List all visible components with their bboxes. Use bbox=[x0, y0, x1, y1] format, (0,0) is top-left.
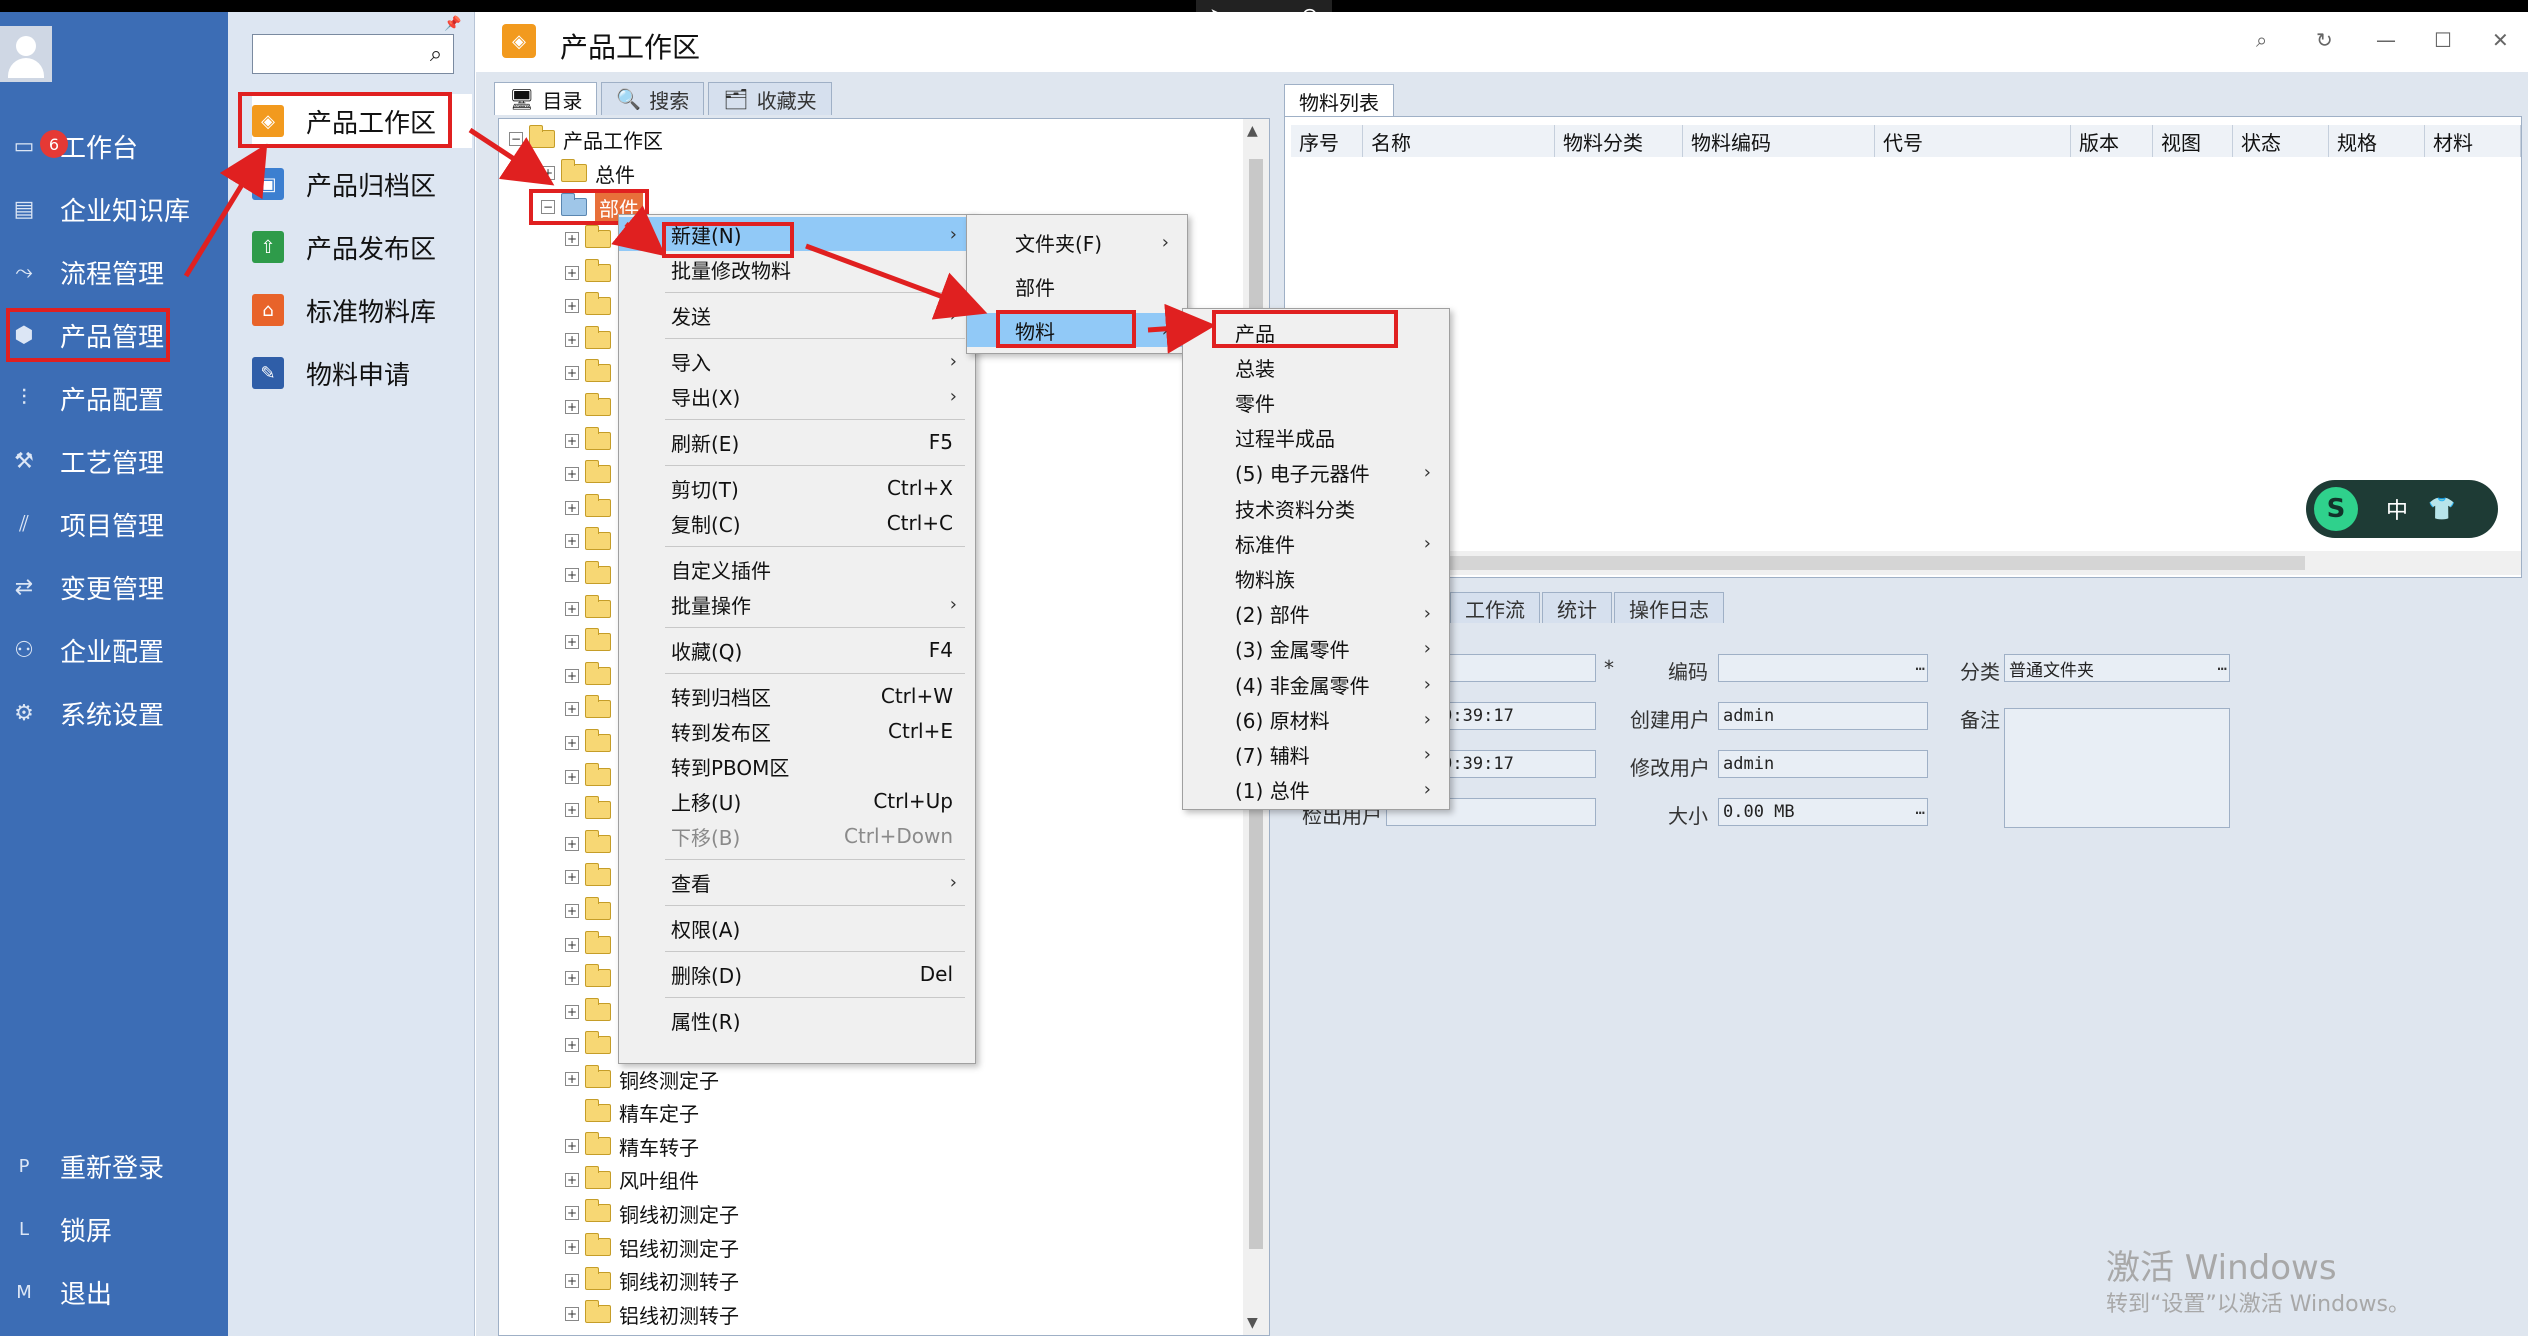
skin-icon[interactable]: 👕 bbox=[2428, 497, 2455, 522]
annotation-arrows bbox=[183, 127, 1216, 354]
ime-logo-icon: S bbox=[2314, 487, 2358, 531]
arrow-to-bujian bbox=[468, 127, 555, 186]
arrow-to-product bbox=[1147, 303, 1216, 354]
activation-watermark-text: 转到“设置”以激活 Windows。 bbox=[2106, 1292, 2410, 1317]
arrow-to-material bbox=[805, 243, 988, 320]
ime-toolbar[interactable]: S 中 👕 bbox=[2306, 480, 2498, 538]
activation-watermark-title: 激活 Windows bbox=[2106, 1248, 2337, 1288]
ime-language[interactable]: 中 bbox=[2386, 493, 2408, 525]
arrow-to-new bbox=[611, 205, 666, 257]
arrow-to-workspace bbox=[183, 143, 268, 278]
